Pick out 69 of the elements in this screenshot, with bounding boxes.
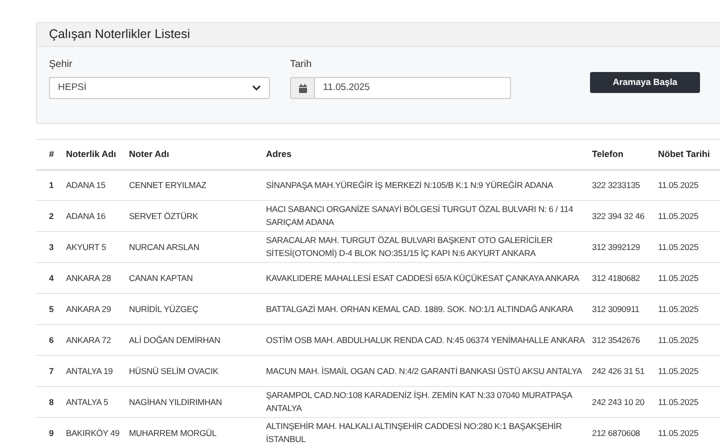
table-cell: 312 3090911 bbox=[592, 304, 640, 314]
table-cell: 8 bbox=[49, 396, 54, 406]
table-cell: 1 bbox=[49, 180, 54, 190]
column-header: Telefon bbox=[592, 148, 624, 159]
calendar-button[interactable] bbox=[290, 77, 315, 99]
table-cell: ANTALYA 19 bbox=[66, 366, 113, 376]
table-cell: 6 bbox=[49, 334, 54, 344]
table-cell: ADANA 16 bbox=[66, 210, 106, 220]
table-cell: 3 bbox=[49, 242, 54, 252]
table-cell: 322 3233135 bbox=[592, 180, 640, 190]
table-cell: ANKARA 72 bbox=[66, 334, 111, 344]
table-cell: 7 bbox=[49, 366, 54, 376]
table-cell: 11.05.2025 bbox=[658, 366, 698, 376]
column-header: Noter Adı bbox=[129, 148, 170, 159]
column-header: Noterlik Adı bbox=[66, 148, 116, 159]
table-cell: SARACALAR MAH. TURGUT ÖZAL BULVARI BAŞKENT OTO GALERİCİLER SİTESİ(OTONOMİ) D-4 BLOK NO:351/15 İÇ KAPI N:6 AKYURT ANKARA bbox=[266, 235, 553, 258]
table-cell: 242 426 31 51 bbox=[592, 366, 644, 376]
table-cell: ANKARA 29 bbox=[66, 304, 111, 314]
table-cell: CENNET ERYILMAZ bbox=[129, 180, 206, 190]
table-cell: 312 3542676 bbox=[592, 334, 640, 344]
table-cell: MUHARREM MORGÜL bbox=[129, 428, 216, 438]
date-field[interactable]: 11.05.2025 bbox=[315, 77, 511, 99]
city-select[interactable]: HEPSİ bbox=[49, 77, 270, 99]
chevron-down-icon bbox=[252, 85, 261, 91]
table-cell: HACI SABANCI ORGANİZE SANAYİ BÖLGESİ TURGUT ÖZAL BULVARI N: 6 / 114 SARIÇAM ADANA bbox=[266, 204, 574, 227]
table-cell: 11.05.2025 bbox=[658, 242, 698, 252]
table-cell: 11.05.2025 bbox=[658, 304, 698, 314]
table-cell: ALTINŞEHİR MAH. HALKALI ALTINŞEHİR CADDESİ NO:280 K:1 BAŞAKŞEHİR İSTANBUL bbox=[266, 421, 562, 444]
table-cell: 11.05.2025 bbox=[658, 334, 698, 344]
table-cell: MACUN MAH. İSMAİL OGAN CAD. N:4/2 GARANTİ BANKASI ÜSTÜ AKSU ANTALYA bbox=[266, 366, 582, 376]
table-cell: ANKARA 28 bbox=[66, 272, 111, 282]
table-cell: 9 bbox=[49, 428, 54, 438]
table-cell: SERVET ÖZTÜRK bbox=[129, 210, 198, 220]
table-cell: 11.05.2025 bbox=[658, 428, 698, 438]
table-cell: NURCAN ARSLAN bbox=[129, 242, 200, 252]
calendar-icon bbox=[298, 84, 306, 92]
table-cell: 11.05.2025 bbox=[658, 210, 698, 220]
table-cell: BAKIRKÖY 49 bbox=[66, 428, 120, 438]
table-cell: 212 6870608 bbox=[592, 428, 640, 438]
column-header: # bbox=[49, 148, 54, 159]
table-cell: ŞARAMPOL CAD.NO:108 KARADENİZ İŞH. ZEMİN KAT N:33 07040 MURATPAŞA ANTALYA bbox=[266, 390, 572, 413]
table-cell: 2 bbox=[49, 210, 54, 220]
panel-title: Çalışan Noterlikler Listesi bbox=[49, 26, 190, 44]
column-header: Nöbet Tarihi bbox=[658, 148, 710, 159]
table-cell: ADANA 15 bbox=[66, 180, 106, 190]
table-cell: 322 394 32 46 bbox=[592, 210, 644, 220]
table-cell: OSTİM OSB MAH. ABDULHALUK RENDA CAD. N:45 06374 YENİMAHALLE ANKARA bbox=[266, 334, 585, 344]
table-cell: 11.05.2025 bbox=[658, 396, 698, 406]
table-cell: NAGİHAN YILDIRIMHAN bbox=[129, 396, 222, 406]
field-label: Şehir bbox=[49, 58, 74, 72]
table-cell: SİNANPAŞA MAH.YÜREĞİR İŞ MERKEZİ N:105/B K:1 N:9 YÜREĞİR ADANA bbox=[266, 180, 554, 190]
table-cell: 312 3992129 bbox=[592, 242, 640, 252]
table-cell: KAVAKLIDERE MAHALLESİ ESAT CADDESİ 65/A KÜÇÜKESAT ÇANKAYA ANKARA bbox=[266, 272, 580, 282]
table-cell: HÜSNÜ SELİM OVACIK bbox=[129, 366, 218, 376]
column-header: Adres bbox=[266, 148, 292, 159]
table-cell: ALİ DOĞAN DEMİRHAN bbox=[129, 334, 220, 344]
table-cell: NURİDİL YÜZGEÇ bbox=[129, 304, 198, 314]
table-cell: BATTALGAZİ MAH. ORHAN KEMAL CAD. 1889. SOK. NO:1/1 ALTINDAĞ ANKARA bbox=[266, 304, 574, 314]
table-cell: 11.05.2025 bbox=[658, 272, 698, 282]
table-cell: 4 bbox=[49, 272, 54, 282]
table-cell: ANTALYA 5 bbox=[66, 396, 108, 406]
table-cell: 312 4180682 bbox=[592, 272, 640, 282]
table-cell: 242 243 10 20 bbox=[592, 396, 644, 406]
search-button[interactable]: Aramaya Başla bbox=[590, 72, 700, 93]
table-cell: AKYURT 5 bbox=[66, 242, 106, 252]
field-label: Tarih bbox=[290, 58, 313, 72]
table-cell: CANAN KAPTAN bbox=[129, 272, 193, 282]
table-cell: 11.05.2025 bbox=[658, 180, 698, 190]
table-cell: 5 bbox=[49, 304, 54, 314]
